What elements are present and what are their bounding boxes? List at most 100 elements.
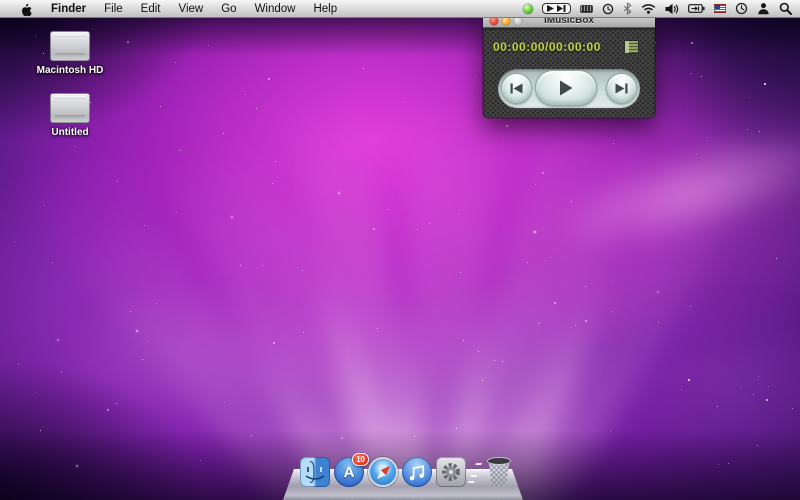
dock-item-trash[interactable] xyxy=(484,457,514,487)
time-machine-glyph xyxy=(602,3,614,15)
playlist-icon[interactable] xyxy=(625,41,638,53)
star xyxy=(482,380,483,381)
star xyxy=(657,291,659,293)
star xyxy=(273,342,275,344)
star xyxy=(52,262,53,263)
wifi-icon[interactable] xyxy=(641,0,656,17)
star xyxy=(585,320,587,322)
star xyxy=(538,322,540,324)
clock-icon[interactable] xyxy=(735,0,748,17)
desktop-icon-macintosh-hd[interactable]: Macintosh HD xyxy=(28,31,112,76)
finder-face xyxy=(300,457,330,487)
menu-window[interactable]: Window xyxy=(246,0,305,17)
apple-menu[interactable] xyxy=(10,0,42,17)
window-body: 00:00:00/00:00:00 xyxy=(483,28,655,118)
dock-item-safari[interactable] xyxy=(368,457,398,487)
star xyxy=(701,76,702,77)
star xyxy=(268,78,270,80)
menu-go[interactable]: Go xyxy=(212,0,245,17)
menu-bar: Finder File Edit View Go Window Help xyxy=(0,0,800,18)
star xyxy=(363,68,364,69)
star xyxy=(117,181,118,182)
star xyxy=(256,108,257,109)
star xyxy=(142,359,143,360)
volume-icon[interactable] xyxy=(665,0,679,17)
star xyxy=(57,339,59,341)
green-orb-icon xyxy=(523,4,533,14)
star xyxy=(208,45,209,46)
imusicbox-status-icon[interactable] xyxy=(523,0,533,17)
bluetooth-glyph xyxy=(623,2,632,15)
dock-item-finder[interactable] xyxy=(300,457,330,487)
dock-item-itunes[interactable] xyxy=(402,457,432,487)
playback-controls-widget[interactable] xyxy=(542,3,571,14)
battery-icon[interactable] xyxy=(688,0,705,17)
imusicbox-window: iMusicBox 00:00:00/00:00:00 xyxy=(483,13,655,118)
wifi-glyph xyxy=(641,3,656,14)
starfield xyxy=(0,0,800,500)
star xyxy=(757,445,758,446)
star xyxy=(613,143,614,144)
play-button[interactable] xyxy=(535,70,597,106)
star xyxy=(262,265,263,266)
next-button[interactable] xyxy=(606,73,637,104)
star xyxy=(718,464,719,465)
star xyxy=(690,306,691,307)
star xyxy=(127,41,129,43)
gear-glyph xyxy=(438,459,464,485)
desktop-icon-label: Untitled xyxy=(51,127,88,138)
star xyxy=(180,150,181,151)
star xyxy=(373,228,375,230)
star xyxy=(341,437,343,439)
fast-user-switching-icon[interactable] xyxy=(757,0,770,17)
star xyxy=(251,435,252,436)
star xyxy=(691,42,693,44)
bluetooth-icon[interactable] xyxy=(623,0,632,17)
apple-logo-icon xyxy=(20,2,32,16)
play-icon xyxy=(559,80,573,96)
compass-needle xyxy=(374,463,392,481)
star xyxy=(527,262,528,263)
dock-item-app-store[interactable]: A 10 xyxy=(334,457,364,487)
input-language-flag-icon[interactable] xyxy=(714,0,726,17)
star xyxy=(681,389,682,390)
keyboard-icon[interactable] xyxy=(580,0,593,17)
time-display: 00:00:00/00:00:00 xyxy=(493,40,601,54)
menu-view[interactable]: View xyxy=(170,0,213,17)
menu-edit[interactable]: Edit xyxy=(132,0,170,17)
star xyxy=(542,172,544,174)
menu-file[interactable]: File xyxy=(95,0,132,17)
star xyxy=(463,340,464,341)
star xyxy=(148,341,149,342)
star xyxy=(696,154,697,155)
menu-bar-status-area xyxy=(523,0,800,17)
star xyxy=(688,379,690,381)
star xyxy=(753,394,754,395)
star xyxy=(717,406,718,407)
menu-finder[interactable]: Finder xyxy=(42,0,95,17)
star xyxy=(403,102,404,103)
star xyxy=(245,94,246,95)
star xyxy=(74,146,75,147)
star xyxy=(749,97,750,98)
battery-charging-glyph xyxy=(688,4,705,13)
menu-bar-menus: Finder File Edit View Go Window Help xyxy=(0,0,346,17)
star xyxy=(44,205,45,206)
desktop-icon-untitled[interactable]: Untitled xyxy=(28,93,112,138)
time-machine-icon[interactable] xyxy=(602,0,614,17)
star xyxy=(534,231,536,233)
star xyxy=(156,303,157,304)
skip-forward-icon xyxy=(615,83,628,94)
star xyxy=(175,62,176,63)
star xyxy=(223,133,224,134)
spotlight-icon[interactable] xyxy=(779,0,792,17)
star xyxy=(658,322,659,323)
dock-item-system-preferences[interactable] xyxy=(436,457,466,487)
previous-button[interactable] xyxy=(501,73,532,104)
play-icon xyxy=(547,5,554,12)
star xyxy=(554,302,556,304)
star xyxy=(429,223,430,224)
menu-help[interactable]: Help xyxy=(304,0,346,17)
star xyxy=(302,270,303,271)
star xyxy=(460,272,461,273)
